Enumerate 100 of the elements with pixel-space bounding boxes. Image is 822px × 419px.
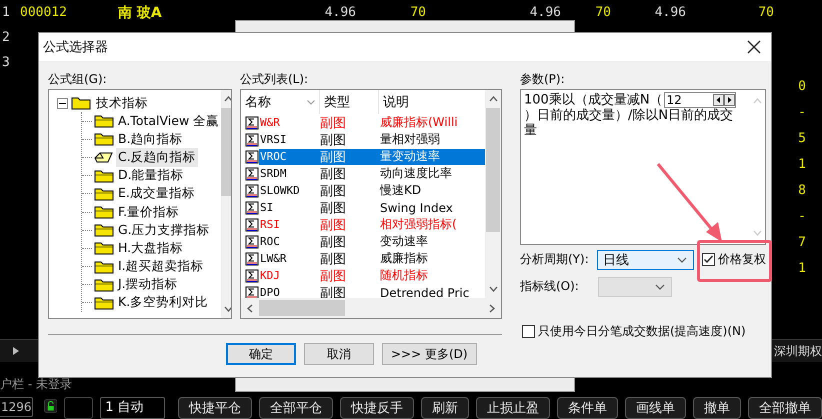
tree-item[interactable]: J.摆动指标 <box>116 275 180 294</box>
table-cell-text: 副图 <box>320 132 347 148</box>
list-row[interactable]: SLOWKD 副图 慢速KD <box>259 182 485 198</box>
formula-icon <box>245 218 259 232</box>
order-button[interactable]: 全部撤单 <box>748 397 822 419</box>
close-icon[interactable] <box>747 40 761 54</box>
row-number: 2 <box>1 30 11 45</box>
order-button[interactable]: 撤单 <box>693 397 741 419</box>
tree-item[interactable]: A.TotalView 全赢 <box>116 112 222 131</box>
folder-icon <box>94 205 114 220</box>
quantity-field[interactable]: 1296 <box>0 397 33 417</box>
list-row[interactable]: LW&R 副图 威廉指标 <box>259 250 485 266</box>
scroll-thumb[interactable] <box>221 108 231 196</box>
mode-dropdown[interactable]: 1 自动 <box>100 397 165 419</box>
open-folder-icon <box>94 150 114 164</box>
folder-icon <box>94 260 114 274</box>
market-tab[interactable]: 深圳期权 <box>774 342 822 360</box>
list-row[interactable]: SRDM 副图 动向速度比率 <box>259 166 485 182</box>
order-button[interactable]: 全部平仓 <box>259 397 333 419</box>
tree-item[interactable]: 技术指标 <box>94 94 150 112</box>
spin-field[interactable]: 12 <box>664 92 736 108</box>
tree-item[interactable]: G.压力支撑指标 <box>116 220 212 240</box>
list-row[interactable]: W&R 副图 威廉指标(Willi <box>259 114 485 130</box>
checkbox-label: 价格复权 <box>718 251 766 268</box>
period-dropdown[interactable]: 日线 <box>597 250 694 270</box>
table-cell: 威廉指标(Willi <box>380 114 458 131</box>
spin-arrows-icon[interactable] <box>712 94 735 106</box>
quote-cell-text: 1 <box>798 261 806 278</box>
chevron-down-icon <box>677 256 687 262</box>
table-cell-text: RSI <box>260 218 281 231</box>
table-cell-text: 副图 <box>320 166 347 182</box>
table-cell: 变动速率 <box>380 233 428 250</box>
quote-cell-text: 5 <box>798 131 806 148</box>
table-cell-text: SRDM <box>260 167 288 180</box>
quote-cell-text: - <box>798 105 806 122</box>
tree-item[interactable]: B.趋向指标 <box>116 130 185 149</box>
tree-item[interactable]: E.成交量指标 <box>116 184 197 204</box>
folder-icon <box>94 114 114 128</box>
horizontal-scrollbar[interactable] <box>241 298 501 318</box>
order-button[interactable]: 快捷反手 <box>340 397 414 419</box>
tree-item[interactable]: C.反趋向指标 <box>116 148 198 167</box>
table-cell-text: LW&R <box>260 252 288 265</box>
quote-cell-text: - <box>798 209 806 226</box>
order-button[interactable]: 快捷平仓 <box>178 397 252 419</box>
tree-item[interactable]: H.大盘指标 <box>116 238 186 258</box>
play-icon[interactable] <box>12 346 20 356</box>
scroll-left-icon[interactable] <box>247 304 253 312</box>
scroll-up-icon[interactable] <box>488 96 498 102</box>
dialog-button[interactable]: 确定 <box>226 343 296 365</box>
list-row[interactable]: RSI 副图 相对强弱指标( <box>259 216 485 232</box>
order-button[interactable]: 条件单 <box>557 397 618 419</box>
table-cell: 量相对强弱 <box>380 131 440 148</box>
tree-item[interactable]: I.超买超卖指标 <box>116 257 206 276</box>
list-row[interactable]: VRSI 副图 量相对强弱 <box>259 132 485 148</box>
chevron-down-icon <box>655 284 665 290</box>
list-row[interactable]: VROC 副图 量变动速率 <box>259 148 485 164</box>
period-label: 分析周期(Y): <box>520 251 590 268</box>
table-cell-text: VROC <box>260 150 288 163</box>
checkbox-icon[interactable] <box>702 253 715 266</box>
column-header[interactable]: 说明 <box>379 90 485 114</box>
tree-item[interactable]: K.多空势利对比 <box>116 293 210 312</box>
formula-icon <box>245 132 259 146</box>
formula-icon <box>245 150 259 164</box>
dialog-button[interactable]: 取消 <box>304 343 374 365</box>
column-header[interactable]: 类型 <box>319 90 379 114</box>
order-button[interactable]: 刷新 <box>421 397 469 419</box>
lock-icon[interactable] <box>44 397 58 415</box>
scroll-thumb[interactable] <box>259 300 345 316</box>
tree-item[interactable]: F.量价指标 <box>116 202 182 222</box>
table-cell-text: W&R <box>260 116 281 129</box>
params-label: 参数(P): <box>520 71 566 88</box>
order-button[interactable]: 止损止盈 <box>476 397 550 419</box>
list-row[interactable]: SI 副图 Swing Index <box>259 200 485 216</box>
scroll-right-icon[interactable] <box>489 304 495 312</box>
tree-item[interactable]: D.能量指标 <box>116 166 186 186</box>
table-cell-text: SI <box>260 201 274 214</box>
order-button[interactable]: 画线单 <box>625 397 686 419</box>
checkbox-icon[interactable] <box>522 325 535 338</box>
scroll-down-icon[interactable] <box>224 306 231 312</box>
folder-icon <box>94 241 114 256</box>
group-label: 公式组(G): <box>48 71 108 88</box>
table-cell-text: ROC <box>260 235 281 248</box>
folder-icon <box>94 132 114 146</box>
scroll-thumb[interactable] <box>486 108 500 232</box>
list-row[interactable]: KDJ 副图 随机指标 <box>259 268 485 284</box>
table-cell-text: 副图 <box>320 268 347 284</box>
param-text: 100乘以（成交量减N（ <box>524 92 663 108</box>
list-row[interactable]: DPO 副图 Detrended Pric <box>259 284 485 298</box>
table-cell-text: KDJ <box>260 269 281 282</box>
formula-icon <box>245 268 259 282</box>
collapse-icon[interactable] <box>57 98 68 108</box>
vertical-scrollbar[interactable] <box>485 90 501 298</box>
table-cell: 相对强弱指标( <box>380 216 457 233</box>
price-adjust-checkbox[interactable]: 价格复权 <box>702 251 766 268</box>
vertical-scrollbar[interactable] <box>221 90 231 318</box>
scroll-down-icon[interactable] <box>488 286 498 292</box>
list-row[interactable]: ROC 副图 变动速率 <box>259 234 485 250</box>
dialog-button[interactable]: >>> 更多(D) <box>382 343 477 365</box>
table-cell: 随机指标 <box>380 267 428 284</box>
scroll-up-icon[interactable] <box>224 96 231 102</box>
